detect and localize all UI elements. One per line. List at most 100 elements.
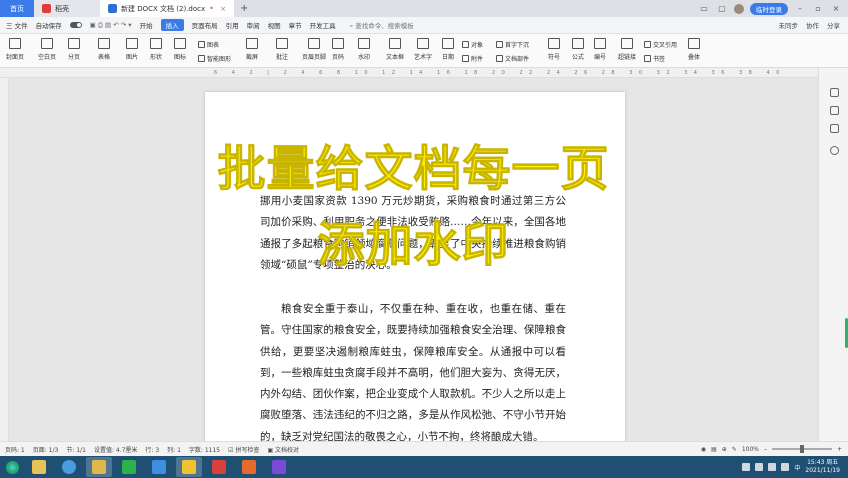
taskbar-wps[interactable]	[176, 457, 202, 477]
collab-button[interactable]: 协作	[806, 20, 819, 30]
tray-shield-icon[interactable]	[781, 463, 790, 471]
tray-volume-icon[interactable]	[768, 463, 777, 471]
maximize-icon[interactable]: ▫	[812, 4, 824, 13]
taskbar-explorer[interactable]	[26, 457, 52, 477]
cross-ref-button[interactable]: 交叉引用	[644, 40, 677, 49]
edit-view-icon[interactable]: ✎	[732, 446, 737, 453]
symbol-button[interactable]: 符号	[548, 38, 560, 61]
taskbar-chat[interactable]	[116, 457, 142, 477]
status-pages: 页面: 1/3	[32, 446, 59, 454]
tray-network-icon[interactable]	[755, 463, 764, 471]
word-art-button[interactable]: 艺术字	[414, 38, 432, 61]
taskbar-file-manager[interactable]	[86, 457, 112, 477]
hyperlink-button[interactable]: 超链接	[618, 38, 636, 61]
page-break-button[interactable]: 分页	[68, 38, 80, 61]
menu-tab-start[interactable]: 开始	[140, 20, 153, 30]
menu-tab-review[interactable]: 审阅	[247, 20, 260, 30]
horizontal-ruler[interactable]: 6 4 2 | 2 4 6 8 10 12 14 16 18 20 22 24 …	[0, 68, 818, 78]
watermark-button[interactable]: 水印	[358, 38, 370, 61]
bookmark-button[interactable]: 书签	[644, 54, 665, 63]
menu-tab-view[interactable]: 视图	[268, 20, 281, 30]
tab-home[interactable]: 首页	[0, 0, 34, 17]
menu-tab-reference[interactable]: 引用	[226, 20, 239, 30]
drop-cap-button[interactable]: 首字下沉	[496, 40, 529, 49]
web-view-icon[interactable]: ⊕	[722, 446, 727, 453]
zoom-level[interactable]: 100%	[742, 446, 759, 453]
table-button[interactable]: 表格	[98, 38, 110, 61]
proofread-button[interactable]: ▣ 文档校对	[267, 445, 299, 454]
skin-icon[interactable]: ▢	[716, 4, 728, 13]
page-number-button[interactable]: 页码	[332, 38, 344, 61]
formula-button[interactable]: 公式	[572, 38, 584, 61]
blank-page-button[interactable]: 空白页	[38, 38, 56, 61]
doc-parts-button[interactable]: 文档部件	[496, 54, 529, 63]
stack-button[interactable]: 叠体	[688, 38, 700, 61]
menu-tab-developer[interactable]: 开发工具	[310, 20, 336, 30]
minimize-icon[interactable]: –	[794, 4, 806, 13]
smart-art-button[interactable]: 智能图形	[198, 54, 231, 63]
picture-button[interactable]: 图片	[126, 38, 138, 61]
file-menu[interactable]: 三 文件	[6, 20, 28, 30]
eye-icon[interactable]: ◉	[701, 446, 706, 453]
close-window-icon[interactable]: ×	[830, 4, 842, 13]
command-search[interactable]: ⌕ 查找命令、搜索模板	[350, 20, 414, 31]
cover-page-button[interactable]: 封面页	[6, 38, 24, 61]
autosave-toggle[interactable]	[69, 22, 82, 28]
menu-bar: 三 文件 自动保存 ▣ ⎙ ▤ ↶ ↷ ▾ 开始 插入 页面布局 引用 审阅 视…	[0, 17, 848, 34]
taskbar-app-orange[interactable]	[236, 457, 262, 477]
new-tab-icon[interactable]: +	[234, 0, 254, 17]
start-button[interactable]	[0, 456, 24, 478]
icon-button[interactable]: 图标	[174, 38, 186, 61]
text-box-label: 文本框	[386, 54, 405, 61]
blank-page-label: 空白页	[38, 54, 57, 61]
page-view-icon[interactable]: ▤	[711, 446, 717, 453]
status-section: 节: 1/1	[66, 446, 86, 454]
date-icon	[442, 38, 454, 49]
taskbar-browser[interactable]	[56, 457, 82, 477]
object-button[interactable]: 对象	[462, 40, 483, 49]
avatar[interactable]	[734, 3, 744, 14]
browser-icon	[62, 460, 76, 474]
zoom-slider-thumb[interactable]	[799, 445, 804, 453]
numbering-button[interactable]: 编号	[594, 38, 606, 61]
tab-close-icon[interactable]: ×	[220, 5, 226, 13]
select-pointer-icon[interactable]	[830, 106, 839, 115]
cloud-sync-button[interactable]: 未同步	[779, 20, 799, 30]
help-icon[interactable]	[830, 146, 839, 155]
vertical-ruler[interactable]	[0, 78, 9, 441]
status-words[interactable]: 字数: 1115	[189, 445, 220, 454]
properties-icon[interactable]	[830, 124, 839, 133]
login-button[interactable]: 临时登录	[750, 2, 788, 15]
chart-button[interactable]: 图表	[198, 40, 219, 49]
tray-monitor-icon[interactable]	[742, 463, 751, 471]
paragraph-2[interactable]: 粮食安全重于泰山，不仅重在种、重在收，也重在储、重在管。守住国家的粮食安全，既要…	[260, 299, 566, 441]
screenshot-button[interactable]: 截屏	[246, 38, 258, 61]
spell-check-label: 拼写检查	[235, 446, 260, 454]
tab-document[interactable]: 新建 DOCX 文档 (2).docx • ×	[100, 0, 234, 17]
tab-daoke[interactable]: 稻壳	[34, 0, 100, 17]
zoom-in-icon[interactable]: +	[837, 446, 842, 453]
menu-tab-layout[interactable]: 页面布局	[192, 20, 218, 30]
menu-tab-section[interactable]: 章节	[289, 20, 302, 30]
text-box-button[interactable]: 文本框	[386, 38, 404, 61]
ime-indicator[interactable]: 中	[794, 463, 800, 472]
attachment-button[interactable]: 附件	[462, 54, 483, 63]
menu-tab-insert[interactable]: 插入	[160, 19, 184, 31]
taskbar-cloud[interactable]	[146, 457, 172, 477]
layout-icon[interactable]: ▭	[698, 4, 710, 13]
taskbar-app-purple[interactable]	[266, 457, 292, 477]
search-icon: ⌕	[349, 21, 354, 30]
taskbar-app-red[interactable]	[206, 457, 232, 477]
shape-button[interactable]: 形状	[150, 38, 162, 61]
zoom-out-icon[interactable]: –	[764, 446, 767, 453]
header-footer-button[interactable]: 页眉页脚	[302, 38, 326, 61]
autosave-label: 自动保存	[35, 22, 62, 30]
spell-check-button[interactable]: ☑ 拼写检查	[228, 445, 259, 454]
clock[interactable]: 15:43 周五 2021/11/19	[805, 459, 840, 475]
comment-button[interactable]: 批注	[276, 38, 288, 61]
quick-icons[interactable]: ▣ ⎙ ▤ ↶ ↷ ▾	[90, 21, 132, 30]
edit-pen-icon[interactable]	[830, 88, 839, 97]
share-button[interactable]: 分享	[827, 20, 840, 30]
zoom-slider[interactable]	[771, 445, 832, 453]
date-button[interactable]: 日期	[442, 38, 454, 61]
